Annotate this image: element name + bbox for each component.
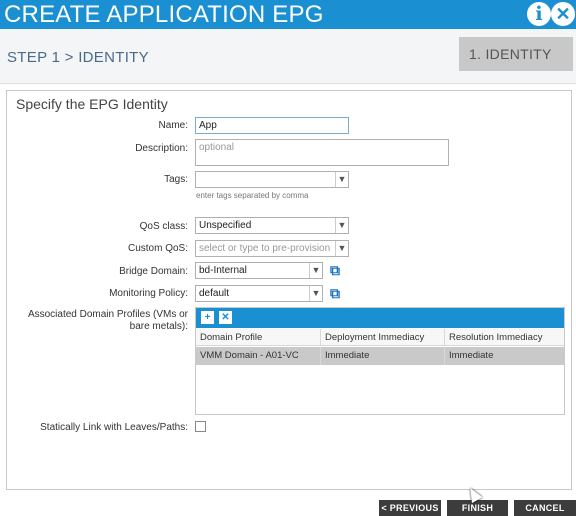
- chevron-down-icon[interactable]: ▼: [335, 172, 348, 187]
- monitoring-policy-label: Monitoring Policy:: [109, 288, 188, 299]
- step-breadcrumb: STEP 1 > IDENTITY: [7, 49, 149, 66]
- table-row[interactable]: VMM Domain - A01-VC Immediate Immediate: [196, 347, 564, 365]
- dialog-title: CREATE APPLICATION EPG: [4, 1, 324, 28]
- custom-qos-select[interactable]: select or type to pre-provision ▼: [195, 240, 349, 257]
- open-bridge-domain-icon[interactable]: ⧉: [328, 263, 342, 277]
- table-toolbar: + ✕: [196, 308, 564, 328]
- previous-button[interactable]: < PREVIOUS: [379, 500, 441, 516]
- chevron-down-icon[interactable]: ▼: [309, 286, 322, 301]
- custom-qos-placeholder: select or type to pre-provision: [199, 243, 331, 254]
- column-header[interactable]: Domain Profile: [196, 329, 320, 346]
- section-title: Specify the EPG Identity: [16, 96, 168, 112]
- delete-icon[interactable]: ✕: [219, 311, 232, 324]
- open-monitoring-policy-icon[interactable]: ⧉: [328, 286, 342, 300]
- column-header[interactable]: Resolution Immediacy: [444, 329, 564, 346]
- column-header[interactable]: Deployment Immediacy: [320, 329, 444, 346]
- domain-profiles-label-cont: bare metals):: [129, 321, 188, 332]
- close-icon[interactable]: ✕: [551, 2, 575, 26]
- qos-class-label: QoS class:: [139, 221, 188, 232]
- name-label: Name:: [158, 120, 188, 131]
- table-cell: Immediate: [444, 347, 564, 365]
- bridge-domain-value: bd-Internal: [199, 265, 247, 276]
- monitoring-policy-select[interactable]: default ▼: [195, 285, 323, 302]
- table-cell: Immediate: [320, 347, 444, 365]
- cancel-button[interactable]: CANCEL: [514, 500, 576, 516]
- table-cell: VMM Domain - A01-VC: [200, 350, 299, 361]
- tags-select[interactable]: ▼: [195, 171, 349, 188]
- step-bar: STEP 1 > IDENTITY 1. IDENTITY: [0, 29, 576, 84]
- custom-qos-label: Custom QoS:: [127, 243, 188, 254]
- description-placeholder: optional: [199, 142, 235, 153]
- add-icon[interactable]: +: [201, 311, 214, 324]
- bridge-domain-label: Bridge Domain:: [119, 266, 188, 277]
- domain-profiles-table: + ✕ Domain Profile Deployment Immediacy …: [195, 307, 565, 415]
- epg-identity-panel: Specify the EPG Identity Name: App Descr…: [6, 90, 572, 490]
- finish-button[interactable]: FINISH: [447, 500, 508, 516]
- table-header: Domain Profile Deployment Immediacy Reso…: [196, 329, 564, 346]
- info-icon[interactable]: i: [527, 2, 551, 26]
- step-badge[interactable]: 1. IDENTITY: [459, 37, 573, 71]
- name-input[interactable]: App: [195, 117, 349, 134]
- title-bar: CREATE APPLICATION EPG i ✕: [0, 0, 576, 29]
- static-link-label: Statically Link with Leaves/Paths:: [40, 422, 188, 433]
- bridge-domain-select[interactable]: bd-Internal ▼: [195, 262, 323, 279]
- static-link-checkbox[interactable]: [195, 421, 206, 432]
- tags-hint: enter tags separated by comma: [196, 191, 309, 200]
- qos-class-value: Unspecified: [199, 220, 252, 231]
- tags-label: Tags:: [164, 174, 188, 185]
- monitoring-policy-value: default: [199, 288, 230, 299]
- chevron-down-icon[interactable]: ▼: [335, 241, 348, 256]
- name-value: App: [199, 120, 217, 131]
- qos-class-select[interactable]: Unspecified ▼: [195, 217, 349, 234]
- domain-profiles-label: Associated Domain Profiles (VMs or: [27, 309, 188, 320]
- description-input[interactable]: optional: [195, 139, 449, 166]
- chevron-down-icon[interactable]: ▼: [309, 263, 322, 278]
- description-label: Description:: [135, 143, 188, 154]
- chevron-down-icon[interactable]: ▼: [335, 218, 348, 233]
